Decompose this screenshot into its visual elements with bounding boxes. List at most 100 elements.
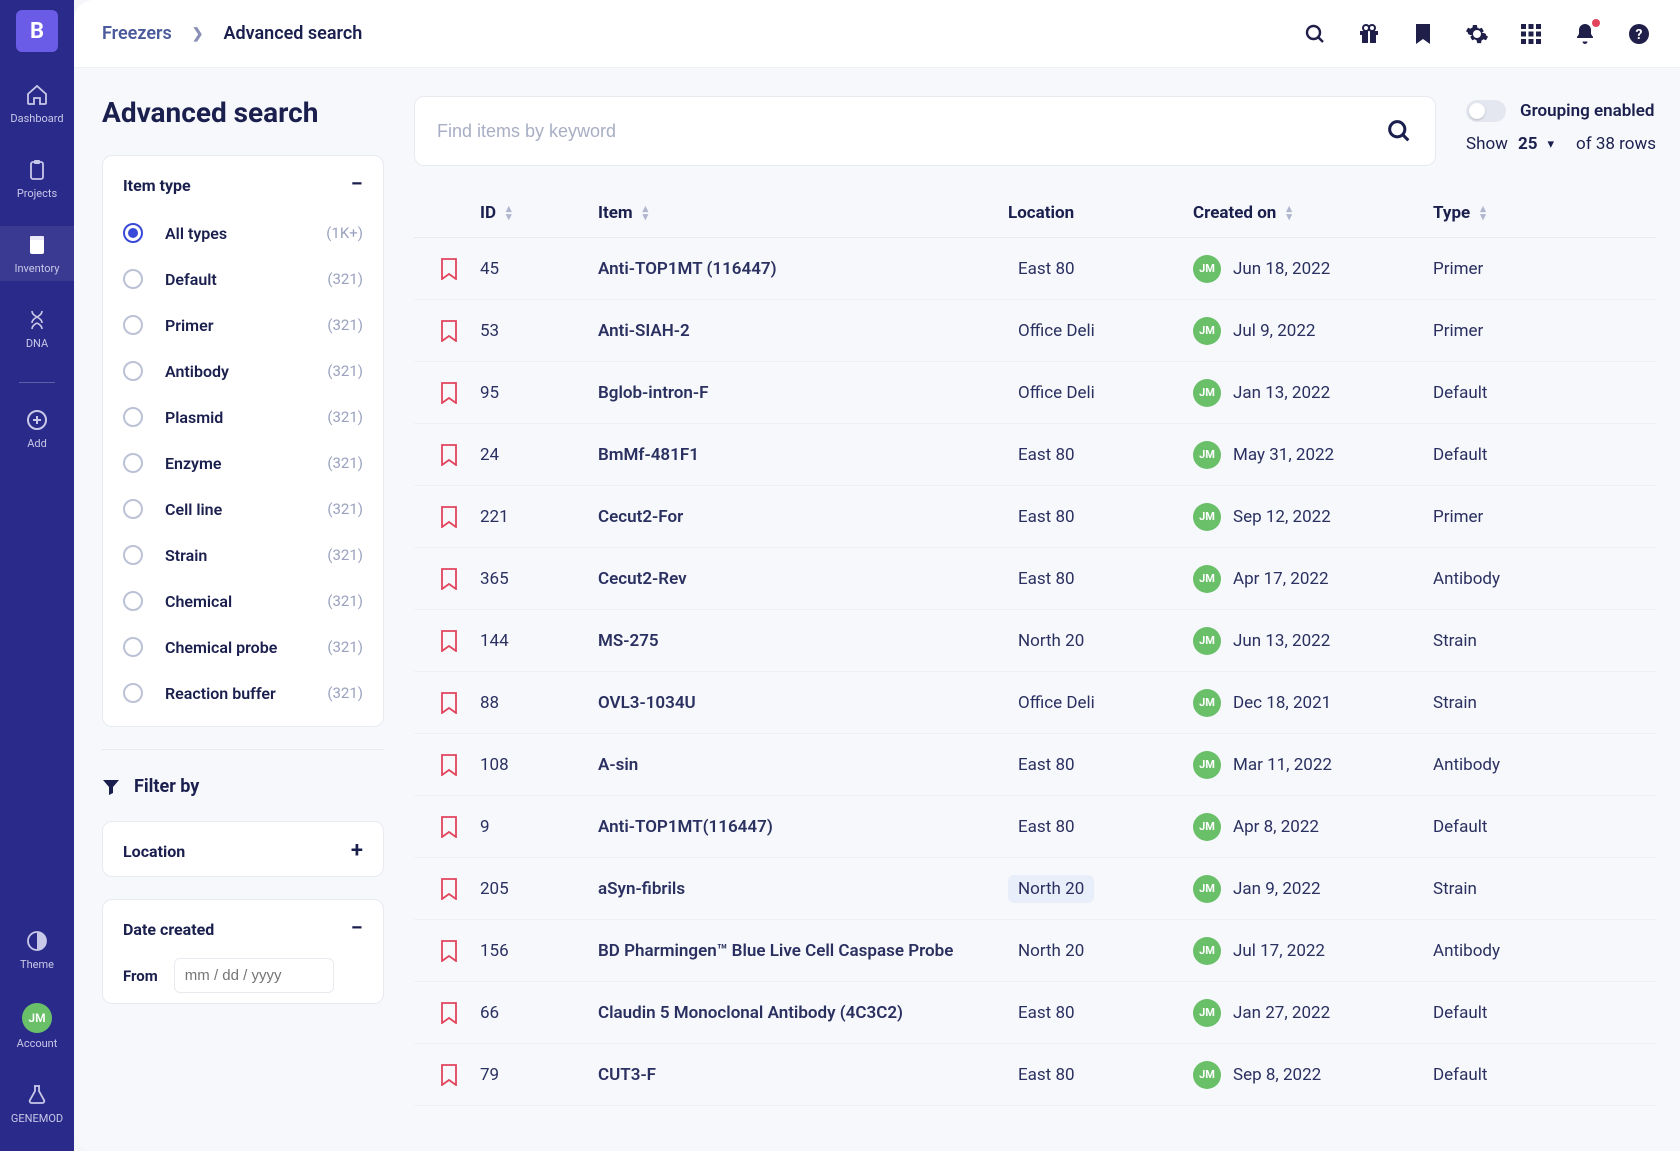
grouping-toggle[interactable] [1466, 100, 1506, 122]
notification-dot-icon [1592, 19, 1600, 27]
item-type-option[interactable]: All types (1K+) [115, 210, 371, 256]
bookmark-outline-icon[interactable] [440, 506, 458, 528]
item-type-option[interactable]: Enzyme (321) [115, 440, 371, 486]
sidebar-item-account[interactable]: JM Account [0, 997, 74, 1056]
location-card[interactable]: Location + [102, 821, 384, 877]
cell-created: JM Mar 11, 2022 [1193, 751, 1433, 779]
date-from-input[interactable] [174, 958, 334, 993]
col-type[interactable]: Type ▴▾ [1433, 203, 1593, 223]
item-type-option[interactable]: Strain (321) [115, 532, 371, 578]
bookmark-outline-icon[interactable] [440, 692, 458, 714]
sidebar-item-dashboard[interactable]: Dashboard [0, 76, 74, 131]
item-type-option[interactable]: Chemical probe (321) [115, 624, 371, 670]
cell-location: East 80 [1008, 441, 1193, 469]
item-type-option[interactable]: Antibody (321) [115, 348, 371, 394]
cell-item[interactable]: BmMf-481F1 [598, 445, 1008, 465]
table-row[interactable]: 156 BD Pharmingen™ Blue Live Cell Caspas… [414, 920, 1656, 982]
gift-icon[interactable] [1356, 21, 1382, 47]
bookmark-outline-icon[interactable] [440, 382, 458, 404]
table-row[interactable]: 79 CUT3-F East 80 JM Sep 8, 2022 Default [414, 1044, 1656, 1106]
table-row[interactable]: 205 aSyn-fibrils North 20 JM Jan 9, 2022… [414, 858, 1656, 920]
bookmark-icon[interactable] [1410, 21, 1436, 47]
cell-item[interactable]: Anti-SIAH-2 [598, 321, 1008, 341]
sidebar-item-label: Inventory [14, 262, 59, 275]
sidebar-item-add[interactable]: Add [0, 401, 74, 456]
table-row[interactable]: 88 OVL3-1034U Office Deli JM Dec 18, 202… [414, 672, 1656, 734]
avatar: JM [1193, 1061, 1221, 1089]
cell-item[interactable]: MS-275 [598, 631, 1008, 651]
cell-item[interactable]: Bglob-intron-F [598, 383, 1008, 403]
cell-item[interactable]: aSyn-fibrils [598, 879, 1008, 899]
search-input[interactable] [437, 121, 1385, 142]
sidebar-item-inventory[interactable]: Inventory [0, 226, 74, 281]
item-type-option[interactable]: Plasmid (321) [115, 394, 371, 440]
item-type-option[interactable]: Primer (321) [115, 302, 371, 348]
cell-item[interactable]: Claudin 5 Monoclonal Antibody (4C3C2) [598, 1003, 1008, 1023]
collapse-button[interactable]: − [351, 174, 363, 196]
cell-created: JM Apr 17, 2022 [1193, 565, 1433, 593]
search-icon[interactable] [1385, 117, 1413, 145]
collapse-button[interactable]: − [351, 918, 363, 940]
help-icon[interactable]: ? [1626, 21, 1652, 47]
table-row[interactable]: 221 Cecut2-For East 80 JM Sep 12, 2022 P… [414, 486, 1656, 548]
cell-created: JM Jul 9, 2022 [1193, 317, 1433, 345]
bookmark-outline-icon[interactable] [440, 320, 458, 342]
table-row[interactable]: 66 Claudin 5 Monoclonal Antibody (4C3C2)… [414, 982, 1656, 1044]
cell-item[interactable]: A-sin [598, 755, 1008, 775]
item-type-option[interactable]: Chemical (321) [115, 578, 371, 624]
chevron-down-icon[interactable]: ▾ [1547, 137, 1554, 152]
search-icon[interactable] [1302, 21, 1328, 47]
bookmark-outline-icon[interactable] [440, 630, 458, 652]
sidebar-divider [19, 382, 55, 383]
cell-item[interactable]: BD Pharmingen™ Blue Live Cell Caspase Pr… [598, 941, 1008, 961]
cell-item[interactable]: Cecut2-For [598, 507, 1008, 527]
grouping-label: Grouping enabled [1520, 101, 1654, 121]
col-id[interactable]: ID ▴▾ [480, 203, 598, 223]
sidebar-item-projects[interactable]: Projects [0, 151, 74, 206]
table-row[interactable]: 45 Anti-TOP1MT (116447) East 80 JM Jun 1… [414, 238, 1656, 300]
cell-item[interactable]: CUT3-F [598, 1065, 1008, 1085]
sidebar-item-theme[interactable]: Theme [0, 922, 74, 977]
cell-type: Default [1433, 1003, 1593, 1023]
item-type-option[interactable]: Reaction buffer (321) [115, 670, 371, 716]
table-row[interactable]: 108 A-sin East 80 JM Mar 11, 2022 Antibo… [414, 734, 1656, 796]
search-box[interactable] [414, 96, 1436, 166]
cell-item[interactable]: Anti-TOP1MT (116447) [598, 259, 1008, 279]
bookmark-outline-icon[interactable] [440, 754, 458, 776]
bookmark-outline-icon[interactable] [440, 816, 458, 838]
bookmark-outline-icon[interactable] [440, 1064, 458, 1086]
cell-id: 24 [480, 445, 598, 465]
bookmark-outline-icon[interactable] [440, 444, 458, 466]
table-header: ID ▴▾ Item ▴▾ Location Created on ▴▾ [414, 188, 1656, 238]
table-row[interactable]: 144 MS-275 North 20 JM Jun 13, 2022 Stra… [414, 610, 1656, 672]
table-row[interactable]: 95 Bglob-intron-F Office Deli JM Jan 13,… [414, 362, 1656, 424]
bell-icon[interactable] [1572, 21, 1598, 47]
sidebar-item-dna[interactable]: DNA [0, 301, 74, 356]
expand-button[interactable]: + [351, 840, 363, 862]
avatar: JM [22, 1003, 52, 1033]
cell-location: Office Deli [1008, 379, 1193, 407]
bookmark-outline-icon[interactable] [440, 940, 458, 962]
bookmark-outline-icon[interactable] [440, 568, 458, 590]
breadcrumb-root[interactable]: Freezers [102, 23, 172, 44]
table-row[interactable]: 9 Anti-TOP1MT(116447) East 80 JM Apr 8, … [414, 796, 1656, 858]
item-type-option[interactable]: Cell line (321) [115, 486, 371, 532]
col-location[interactable]: Location [1008, 203, 1193, 223]
bookmark-outline-icon[interactable] [440, 258, 458, 280]
table-row[interactable]: 365 Cecut2-Rev East 80 JM Apr 17, 2022 A… [414, 548, 1656, 610]
show-count[interactable]: 25 [1518, 134, 1538, 154]
cell-item[interactable]: Anti-TOP1MT(116447) [598, 817, 1008, 837]
bookmark-outline-icon[interactable] [440, 1002, 458, 1024]
table-row[interactable]: 53 Anti-SIAH-2 Office Deli JM Jul 9, 202… [414, 300, 1656, 362]
col-item[interactable]: Item ▴▾ [598, 203, 1008, 223]
app-logo[interactable]: B [16, 10, 58, 52]
gear-icon[interactable] [1464, 21, 1490, 47]
item-type-option[interactable]: Default (321) [115, 256, 371, 302]
cell-item[interactable]: Cecut2-Rev [598, 569, 1008, 589]
bookmark-outline-icon[interactable] [440, 878, 458, 900]
apps-grid-icon[interactable] [1518, 21, 1544, 47]
sidebar-item-genemod[interactable]: GENEMOD [0, 1076, 74, 1131]
table-row[interactable]: 24 BmMf-481F1 East 80 JM May 31, 2022 De… [414, 424, 1656, 486]
col-created[interactable]: Created on ▴▾ [1193, 203, 1433, 223]
cell-item[interactable]: OVL3-1034U [598, 693, 1008, 713]
